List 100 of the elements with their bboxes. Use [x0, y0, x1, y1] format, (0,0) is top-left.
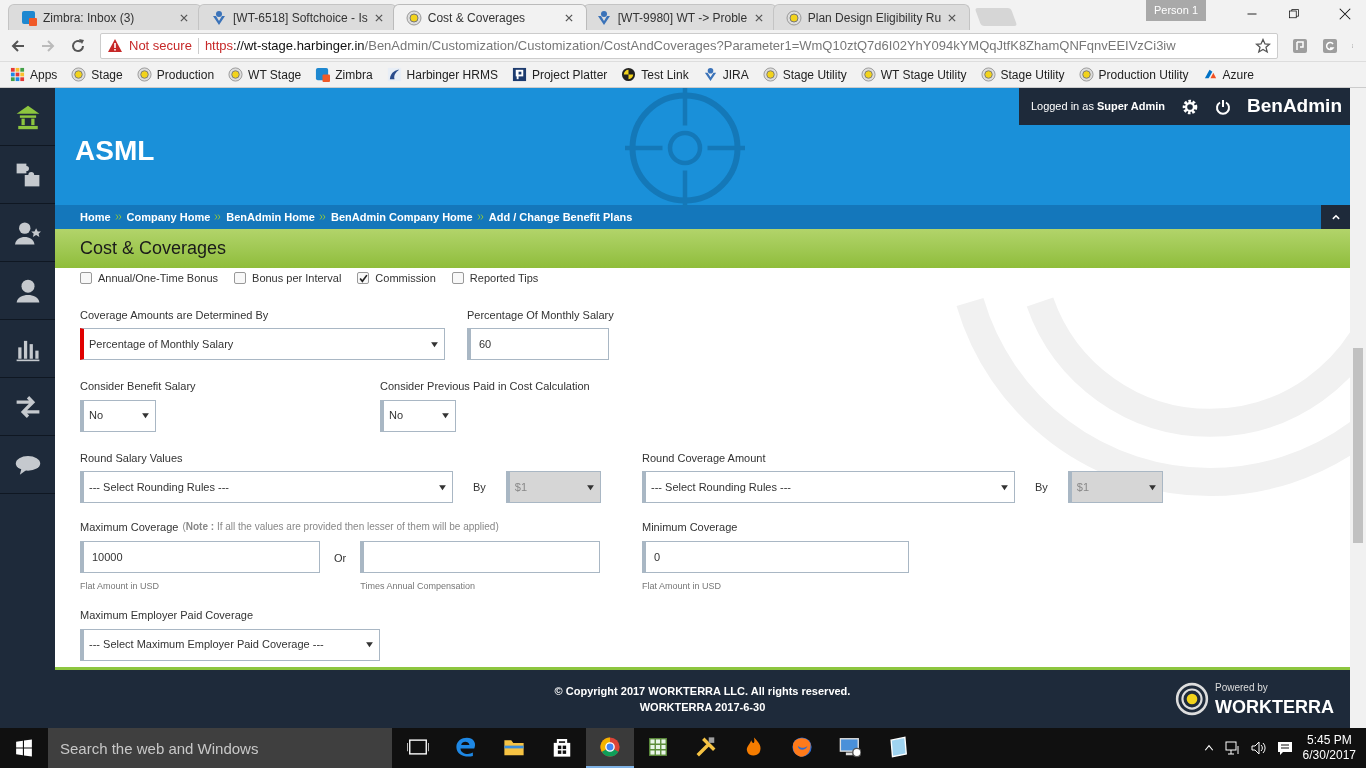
- browser-tab[interactable]: Cost & Coverages: [392, 4, 587, 30]
- star-icon[interactable]: [1255, 37, 1271, 54]
- address-bar[interactable]: Not secure https://wt-stage.harbinger.in/BenAdmin/Customization/Customization/CostAndCoverages?Parameter1=WmQ10ztQ7d6I02YhY094kYMQqJtfK8ZhamQNFqnvEEIVzCi3iw: [100, 32, 1278, 59]
- home-icon: [14, 103, 41, 130]
- checkbox[interactable]: [234, 272, 247, 285]
- bookmark-link[interactable]: Production: [136, 65, 215, 84]
- globe-icon: [785, 9, 802, 26]
- close-icon[interactable]: [563, 12, 574, 23]
- globe-icon: [405, 9, 422, 26]
- tab-title: [WT-6518] Softchoice - Is: [233, 9, 368, 27]
- spreadsheet-icon: [647, 736, 669, 758]
- person-icon: [14, 277, 41, 304]
- bookmark-link[interactable]: Zimbra: [315, 65, 373, 84]
- browser-tab[interactable]: Plan Design Eligibility Ru: [772, 4, 971, 30]
- bookmark-link[interactable]: Stage: [71, 65, 123, 84]
- double-chevron-icon: [476, 213, 485, 221]
- bookmark-link[interactable]: JIRA: [702, 65, 749, 84]
- field-hint: Times Annual Compensation: [360, 579, 476, 593]
- swirl-icon: [386, 67, 402, 82]
- globe-icon: [980, 67, 996, 82]
- collapse-button[interactable]: [1321, 205, 1350, 229]
- network-icon[interactable]: [1224, 740, 1241, 756]
- breadcrumb-link[interactable]: Company Home: [126, 208, 211, 226]
- search-field[interactable]: Search the web and Windows: [48, 728, 392, 768]
- field-label: Round Coverage Amount: [642, 450, 767, 466]
- back-arrow-icon[interactable]: [10, 37, 26, 54]
- bookmark-link[interactable]: Production Utility: [1078, 65, 1189, 84]
- field-hint: Flat Amount in USD: [80, 579, 161, 593]
- globe-icon: [860, 67, 876, 82]
- z-logo-icon: [21, 9, 37, 26]
- input-field[interactable]: [360, 540, 601, 573]
- field-label: Coverage Amounts are Determined By: [80, 307, 270, 323]
- dropdown[interactable]: No: [380, 399, 456, 432]
- bookmark-link[interactable]: Apps: [10, 65, 58, 84]
- checkbox[interactable]: [80, 272, 92, 285]
- breadcrumb-link[interactable]: Home: [80, 208, 111, 226]
- bookmark-link[interactable]: Harbinger HRMS: [386, 65, 498, 84]
- double-chevron-icon: [318, 213, 327, 221]
- figure-icon: [702, 67, 718, 82]
- grid-icon: [10, 67, 25, 82]
- field-label: Consider Benefit Salary: [80, 379, 197, 394]
- puzzle-icon: [14, 161, 41, 188]
- speaker-icon[interactable]: [1250, 740, 1267, 756]
- bookmark-link[interactable]: Azure: [1202, 65, 1254, 84]
- breadcrumb-link[interactable]: BenAdmin Company Home: [330, 208, 473, 226]
- field-label: Bonus per Interval: [252, 271, 342, 286]
- close-icon[interactable]: [1338, 7, 1352, 21]
- by-label: By: [1035, 479, 1048, 495]
- caret-icon: [1147, 482, 1157, 492]
- logged-in-text: Logged in as Super Admin: [1030, 99, 1165, 115]
- warning-icon: [107, 37, 123, 54]
- windows-logo-icon: [15, 739, 33, 757]
- settings-icon[interactable]: [1181, 97, 1199, 116]
- tab-title: Zimbra: Inbox (3): [43, 9, 136, 27]
- field-label: Percentage Of Monthly Salary: [467, 307, 614, 323]
- input-field[interactable]: 10000: [80, 540, 320, 573]
- globe-icon: [71, 67, 87, 82]
- dropdown[interactable]: Percentage of Monthly Salary: [80, 328, 445, 360]
- bookmark-link[interactable]: WT Stage Utility: [860, 65, 967, 84]
- input-field[interactable]: 60: [467, 328, 609, 360]
- caret-icon: [1000, 482, 1009, 492]
- caret-icon: [365, 640, 374, 649]
- double-chevron-icon: [114, 213, 123, 221]
- figure-icon: [595, 9, 612, 26]
- bookmark-link[interactable]: Stage Utility: [762, 65, 847, 84]
- target-logo-icon: [1175, 682, 1209, 716]
- bookmark-link[interactable]: WT Stage: [228, 65, 302, 84]
- field-label: Commission: [375, 271, 436, 286]
- brand-name: BenAdmin: [1247, 94, 1342, 119]
- dropdown[interactable]: --- Select Maximum Employer Paid Coverage ---: [80, 628, 380, 661]
- breadcrumb-link[interactable]: BenAdmin Home: [226, 208, 315, 226]
- extension-icon[interactable]: [1322, 37, 1338, 54]
- bookmark-link[interactable]: Project Platter: [511, 65, 608, 84]
- double-chevron-icon: [214, 213, 223, 221]
- dropdown[interactable]: --- Select Rounding Rules ---: [642, 471, 1015, 503]
- globe-icon: [136, 67, 152, 82]
- caret-icon: [141, 411, 150, 420]
- tools-icon: [695, 736, 717, 758]
- notification-icon[interactable]: [1276, 740, 1293, 756]
- by-label: By: [473, 479, 486, 495]
- globe-icon: [1078, 67, 1094, 82]
- scrollbar[interactable]: [1350, 88, 1366, 728]
- reload-icon[interactable]: [70, 37, 86, 54]
- taskbar-app-button[interactable]: [586, 728, 634, 768]
- dropdown[interactable]: No: [80, 399, 156, 432]
- bookmark-link[interactable]: Test Link: [621, 65, 689, 84]
- globe-icon: [762, 67, 778, 82]
- dropdown[interactable]: --- Select Rounding Rules ---: [80, 471, 453, 503]
- input-field[interactable]: 0: [642, 540, 909, 573]
- checkbox[interactable]: [451, 272, 464, 285]
- checkbox[interactable]: [357, 272, 370, 285]
- field-label: Maximum Coverage: [80, 520, 179, 535]
- clock[interactable]: 5:45 PM 6/30/2017: [1302, 733, 1356, 763]
- breadcrumb-link[interactable]: Add / Change Benefit Plans: [488, 208, 633, 226]
- bookmark-link[interactable]: Stage Utility: [980, 65, 1065, 84]
- restore-icon[interactable]: [1288, 8, 1300, 20]
- note-text: (Note : If all the values are provided then lesser of them will be applied): [182, 520, 499, 534]
- field-label: Annual/One-Time Bonus: [98, 271, 219, 286]
- person-star-icon: [14, 219, 41, 246]
- power-icon[interactable]: [1215, 98, 1231, 115]
